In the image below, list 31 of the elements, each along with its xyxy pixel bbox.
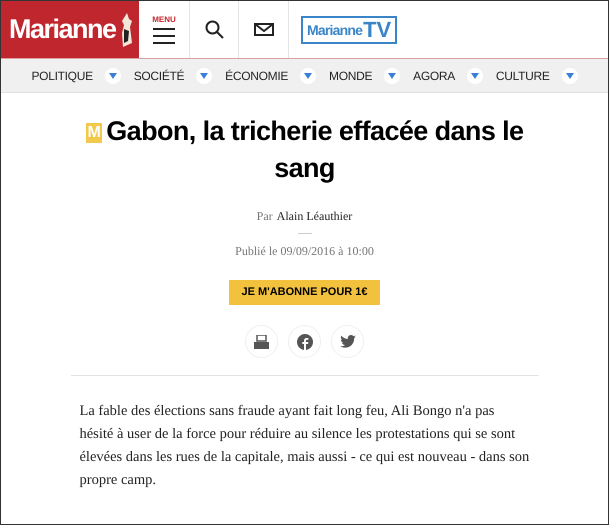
search-icon	[204, 20, 224, 39]
printer-icon	[254, 334, 269, 348]
dropdown-icon	[562, 68, 578, 84]
share-button[interactable]	[288, 325, 321, 358]
share-button[interactable]	[331, 325, 364, 358]
dropdown-icon	[384, 68, 400, 84]
share-button[interactable]	[245, 325, 278, 358]
article-lead: La fable des élections sans fraude ayant fait long feu, Ali Bongo n'a pas hésité à user de la force pour réduire au silence les protestations qui se sont élevées dans les rues de la capitale, mais aussi - ce qui est nouveau - dans son propre camp.	[80, 402, 530, 490]
nav-item[interactable]: CULTURE	[496, 66, 578, 84]
tv-logo[interactable]: MarianneTV	[301, 16, 398, 44]
nav-item[interactable]: AGORA	[413, 66, 483, 84]
subscribe-button[interactable]: JE M'ABONNE POUR 1€	[229, 280, 380, 305]
article-title: Gabon, la tricherie effacée dans le sang	[106, 116, 524, 183]
nav-item[interactable]: SOCIÉTÉ	[134, 66, 212, 84]
author-link[interactable]: Alain Léauthier	[276, 207, 352, 225]
publish-date: Publié le 09/09/2016 à 10:00	[235, 243, 374, 260]
logo[interactable]: Marianne	[1, 1, 139, 58]
bird-icon	[340, 335, 356, 348]
nav-item[interactable]: ÉCONOMIE	[225, 66, 316, 84]
dropdown-icon	[104, 68, 121, 84]
dropdown-icon	[466, 68, 483, 84]
envelope-icon	[254, 23, 274, 36]
menu-button[interactable]: MENU	[139, 1, 190, 58]
dropdown-icon	[196, 68, 212, 84]
nav-item[interactable]: POLITIQUE	[31, 66, 121, 84]
facebook-icon	[296, 334, 312, 350]
hamburger-icon	[153, 28, 175, 44]
dropdown-icon	[300, 68, 316, 84]
byline-label: Par	[256, 208, 273, 225]
badge: M	[86, 123, 102, 143]
nav-item[interactable]: MONDE	[329, 66, 400, 84]
